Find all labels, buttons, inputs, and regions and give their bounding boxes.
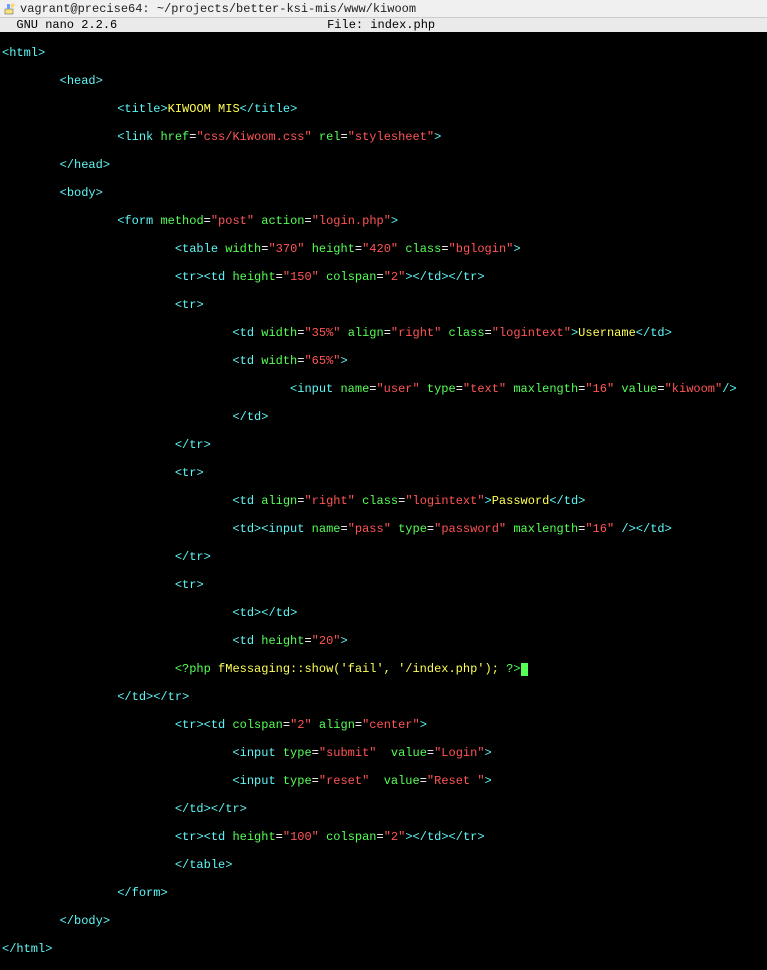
code-line: <title>KIWOOM MIS</title>: [2, 102, 765, 116]
code-line: </tr>: [2, 550, 765, 564]
nano-file-label: File: index.php: [117, 18, 645, 32]
code-line: <td></td>: [2, 606, 765, 620]
code-line: </tr>: [2, 438, 765, 452]
code-line: </body>: [2, 914, 765, 928]
code-line: </td>: [2, 410, 765, 424]
code-line: <td><input name="pass" type="password" m…: [2, 522, 765, 536]
code-line: <html>: [2, 46, 765, 60]
code-line: <td width="65%">: [2, 354, 765, 368]
code-line: </head>: [2, 158, 765, 172]
cursor: [521, 663, 528, 676]
code-line: <tr><td height="100" colspan="2"></td></…: [2, 830, 765, 844]
code-line: <tr><td colspan="2" align="center">: [2, 718, 765, 732]
editor-area[interactable]: <html> <head> <title>KIWOOM MIS</title> …: [0, 32, 767, 970]
nano-app-name: GNU nano 2.2.6: [2, 18, 117, 32]
code-line: <?php fMessaging::show('fail', '/index.p…: [2, 662, 765, 676]
nano-header: GNU nano 2.2.6 File: index.php: [0, 18, 767, 32]
code-line: <tr><td height="150" colspan="2"></td></…: [2, 270, 765, 284]
code-line: <td height="20">: [2, 634, 765, 648]
code-line: </form>: [2, 886, 765, 900]
putty-icon: [4, 3, 16, 15]
code-line: <form method="post" action="login.php">: [2, 214, 765, 228]
code-line: <tr>: [2, 466, 765, 480]
code-line: </td></tr>: [2, 802, 765, 816]
code-line: </html>: [2, 942, 765, 956]
code-line: <body>: [2, 186, 765, 200]
code-line: <head>: [2, 74, 765, 88]
code-line: </table>: [2, 858, 765, 872]
code-line: <input name="user" type="text" maxlength…: [2, 382, 765, 396]
nano-header-spacer: [645, 18, 765, 32]
window-title: vagrant@precise64: ~/projects/better-ksi…: [20, 2, 416, 16]
code-line: <table width="370" height="420" class="b…: [2, 242, 765, 256]
window-titlebar: vagrant@precise64: ~/projects/better-ksi…: [0, 0, 767, 18]
code-line: <link href="css/Kiwoom.css" rel="stylesh…: [2, 130, 765, 144]
code-line: <tr>: [2, 578, 765, 592]
code-line: <input type="submit" value="Login">: [2, 746, 765, 760]
code-line: <input type="reset" value="Reset ">: [2, 774, 765, 788]
code-line: <tr>: [2, 298, 765, 312]
code-line: <td align="right" class="logintext">Pass…: [2, 494, 765, 508]
code-line: <td width="35%" align="right" class="log…: [2, 326, 765, 340]
code-line: </td></tr>: [2, 690, 765, 704]
